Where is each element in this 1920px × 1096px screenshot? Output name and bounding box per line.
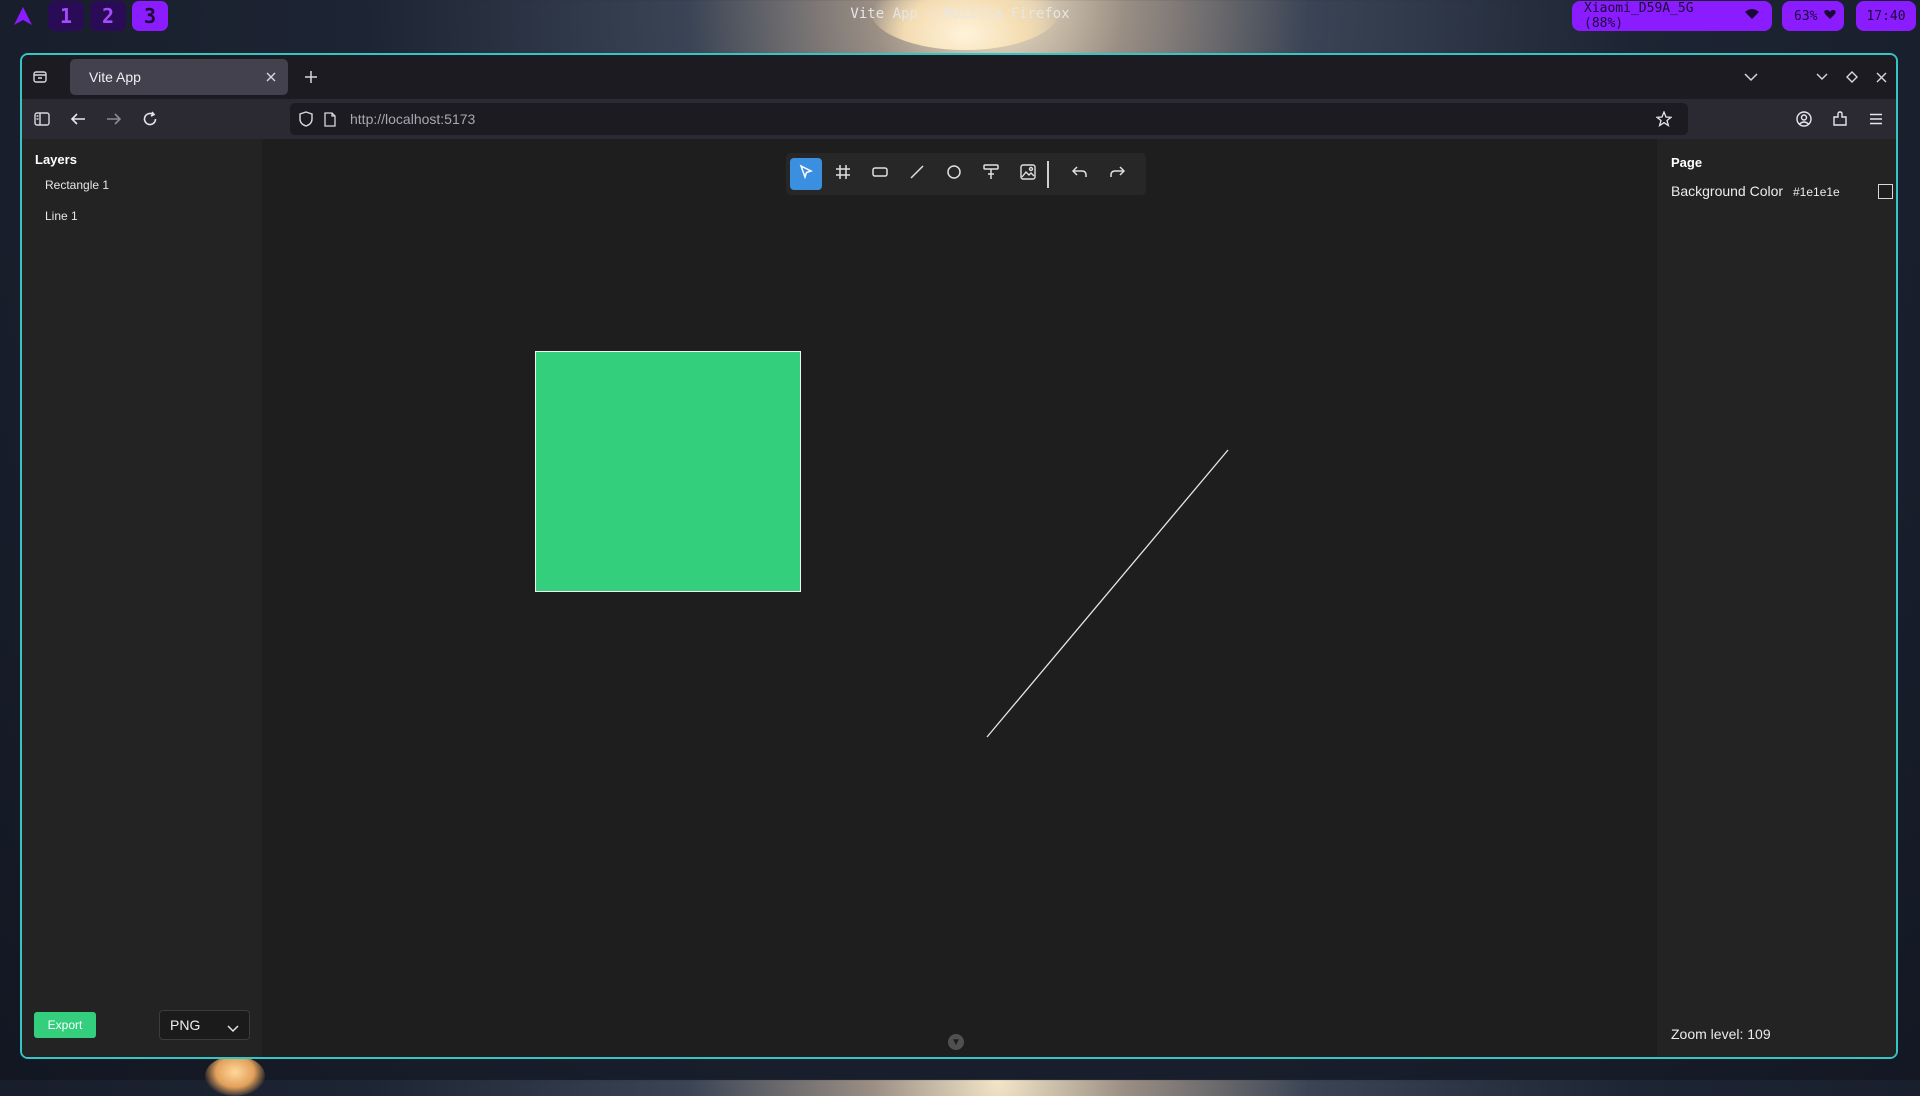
extensions-icon[interactable] — [1831, 110, 1849, 128]
background-color-label: Background Color — [1671, 183, 1784, 199]
properties-panel: Page Background Color #1e1e1e Zoom level… — [1657, 139, 1896, 1057]
tab-strip: Vite App — [22, 55, 1896, 99]
page-section-title: Page — [1671, 155, 1703, 170]
close-tab-icon[interactable] — [262, 68, 280, 86]
page-info-icon[interactable] — [322, 111, 338, 127]
canvas[interactable]: ▼ — [262, 139, 1657, 1057]
tracking-protection-shield-icon[interactable] — [298, 111, 314, 127]
firefox-view-icon[interactable] — [32, 69, 48, 85]
url-bar[interactable]: http://localhost:5173 — [290, 103, 1688, 135]
background-color-swatch[interactable] — [1878, 184, 1893, 199]
zoom-level-label: Zoom level: 109 — [1671, 1026, 1771, 1042]
wallpaper-lantern — [205, 1056, 265, 1096]
export-format-select[interactable]: PNG — [159, 1010, 250, 1040]
wifi-icon — [1744, 8, 1760, 24]
editor-app: Layers Rectangle 1 Line 1 Export PNG ▼ P… — [22, 139, 1896, 1057]
maximize-icon[interactable] — [1843, 68, 1861, 86]
sidebar-toggle-icon[interactable] — [33, 110, 51, 128]
chevron-down-icon — [227, 1020, 239, 1036]
close-window-icon[interactable] — [1872, 68, 1890, 86]
navigation-toolbar: http://localhost:5173 — [22, 99, 1896, 139]
clock[interactable]: 17:40 — [1856, 1, 1916, 31]
export-format-value: PNG — [170, 1017, 201, 1033]
bookmark-star-icon[interactable] — [1656, 111, 1672, 127]
line-shape-layer — [986, 449, 1229, 738]
back-arrow-icon[interactable] — [69, 110, 87, 128]
account-icon[interactable] — [1795, 110, 1813, 128]
layers-title: Layers — [35, 152, 77, 167]
layer-item-line[interactable]: Line 1 — [45, 209, 78, 223]
reload-icon[interactable] — [141, 110, 159, 128]
diagonal-line[interactable] — [986, 449, 1229, 738]
url-text[interactable]: http://localhost:5173 — [350, 111, 475, 127]
tab-title: Vite App — [89, 69, 141, 85]
minimize-icon[interactable] — [1813, 68, 1831, 86]
new-tab-icon[interactable] — [302, 68, 320, 86]
url-port: :5173 — [440, 111, 476, 127]
layers-panel: Layers Rectangle 1 Line 1 Export PNG — [22, 139, 262, 1057]
menu-hamburger-icon[interactable] — [1867, 110, 1885, 128]
battery-label: 63% — [1794, 8, 1818, 24]
wifi-status[interactable]: Xiaomi_D59A_5G (88%) — [1572, 1, 1772, 31]
system-top-bar: 1 2 3 Vite App — Mozilla Firefox Xiaomi_… — [0, 0, 1920, 32]
export-button[interactable]: Export — [34, 1012, 96, 1038]
wifi-network-label: Xiaomi_D59A_5G (88%) — [1584, 1, 1694, 31]
background-color-value[interactable]: #1e1e1e — [1793, 185, 1840, 199]
scroll-down-icon[interactable]: ▼ — [948, 1034, 964, 1050]
heart-icon — [1824, 9, 1837, 24]
url-host: http://localhost — [350, 111, 441, 127]
forward-arrow-icon[interactable] — [105, 110, 123, 128]
battery-status[interactable]: 63% — [1782, 1, 1844, 31]
tab-vite-app[interactable]: Vite App — [70, 59, 288, 95]
list-all-tabs-icon[interactable] — [1742, 68, 1760, 86]
browser-window: Vite App http://localhost:5173 Layers Re… — [20, 53, 1898, 1059]
layer-item-rectangle[interactable]: Rectangle 1 — [45, 178, 109, 192]
